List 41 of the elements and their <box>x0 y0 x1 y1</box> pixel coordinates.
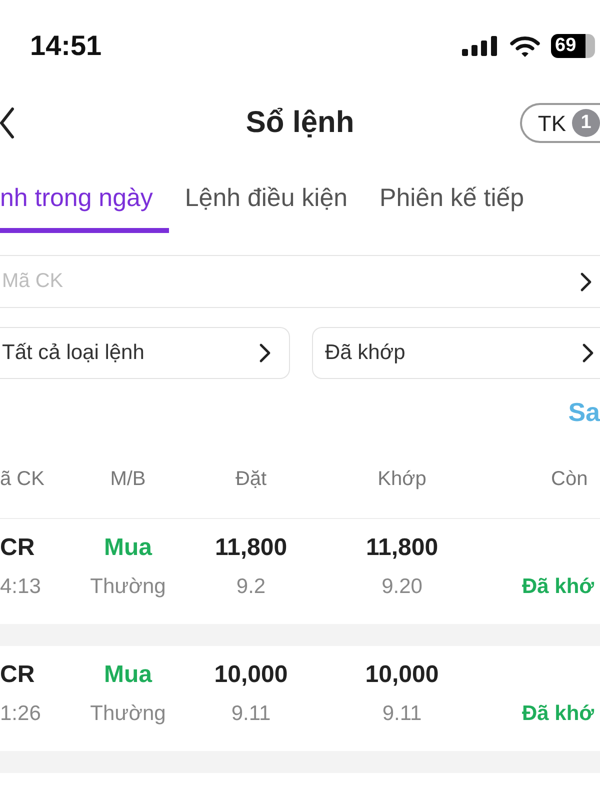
table-cell-text: 10,000 <box>214 660 288 690</box>
table-cell-text: 9.11 <box>231 701 271 727</box>
tab[interactable]: Lệnh điều kiện <box>168 183 364 233</box>
chevron-right-icon <box>580 272 592 292</box>
table-cell-text: 9.20 <box>382 574 422 600</box>
column-header: M/B <box>110 466 146 492</box>
filter-dropdown[interactable]: Tất cả loại lệnh <box>0 327 290 379</box>
chevron-right-icon <box>259 343 271 363</box>
table-cell-text: Thường <box>90 574 166 600</box>
search-field[interactable]: Mã CK <box>0 264 580 298</box>
column-header: Đặt <box>235 466 267 492</box>
table-cell-text: Đã khớ <box>522 701 594 727</box>
table-cell-text: 10,000 <box>365 660 439 690</box>
table-cell-text: 9.2 <box>236 574 266 600</box>
battery-indicator: 69 <box>551 34 595 58</box>
table-cell-text: 1:26 <box>0 701 41 727</box>
wifi-icon <box>510 35 540 57</box>
status-time: 14:51 <box>29 29 102 63</box>
tab[interactable]: nh trong ngày <box>0 183 169 233</box>
table-cell-text: Đã khớ <box>522 574 594 600</box>
account-badge: 1 <box>572 109 600 137</box>
table-cell-text: 9.11 <box>382 701 422 727</box>
column-header: Còn <box>551 466 588 492</box>
back-icon <box>0 107 14 139</box>
table-cell-text: Mua <box>104 660 152 690</box>
column-header: ã CK <box>0 466 44 492</box>
table-cell-text: 11,800 <box>214 533 288 563</box>
table-cell-text: 4:13 <box>0 574 41 600</box>
table-cell-text: 11,800 <box>366 533 438 563</box>
tab[interactable]: Phiên kế tiếp <box>364 183 540 233</box>
back-button[interactable] <box>0 107 14 139</box>
account-button[interactable]: TK 1 <box>520 103 600 143</box>
table-cell-text: CR <box>0 660 35 690</box>
chevron-right-icon <box>582 343 594 363</box>
page-title: Sổ lệnh <box>246 105 354 141</box>
filter-dropdown[interactable]: Đã khớp <box>312 327 600 379</box>
column-header: Khớp <box>378 466 426 492</box>
signal-icon <box>462 36 497 56</box>
table-cell-text: CR <box>0 533 35 563</box>
table-cell-text: Mua <box>104 533 152 563</box>
table-cell-text: Thường <box>90 701 166 727</box>
